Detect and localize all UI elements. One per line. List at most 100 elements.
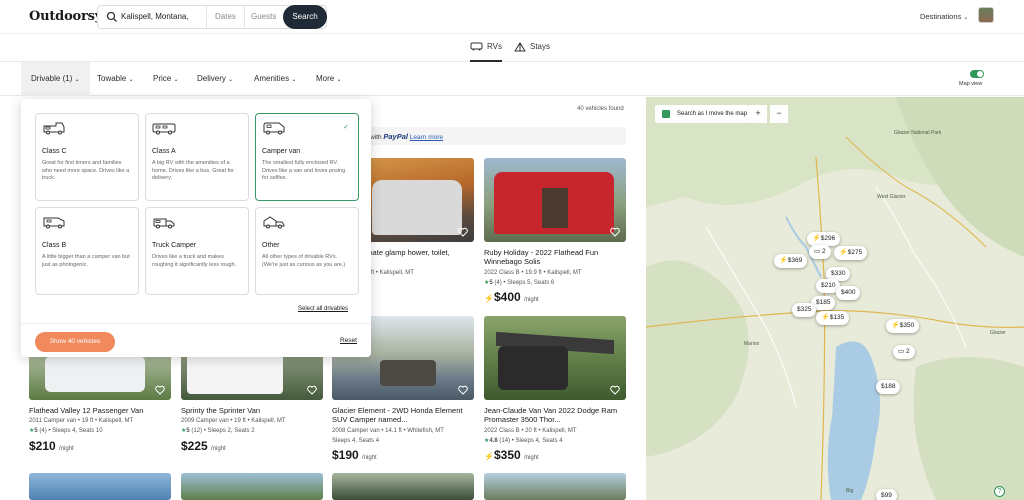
chevron-down-icon: ⌄ [128,77,134,83]
option-description: A big RV with the amenities of a home. D… [152,160,234,182]
heart-icon[interactable] [458,385,468,395]
chevron-down-icon: ⌄ [228,77,234,83]
listing-card[interactable]: Ruby Holiday - 2022 Flathead Fun Winneba… [484,158,626,304]
listing-photo[interactable] [484,316,626,400]
help-icon[interactable]: ? [994,486,1005,497]
map-group-pin[interactable]: ▭ 2 [809,245,831,259]
divider [21,323,371,324]
map-view-label: Map view [959,81,983,87]
listing-rating: ★5 (12) • Sleeps 2, Seats 2 [181,428,255,435]
heart-icon[interactable] [307,385,317,395]
listing-photo[interactable] [29,473,171,500]
option-name: Truck Camper [152,242,197,249]
listing-rating: ★4.8 (14) • Sleeps 4, Seats 4 [484,437,563,444]
filter-price[interactable]: Price ⌄ [153,74,179,83]
rv-icon: ▭ [898,348,905,355]
heart-icon[interactable] [155,385,165,395]
listing-title[interactable]: Glacier Element - 2WD Honda Element SUV … [332,406,474,425]
map-price-pin[interactable]: ⚡$296 [807,232,841,246]
search-button[interactable]: Search [283,5,327,29]
map-label: West Glacier [877,194,906,200]
filter-amenities[interactable]: Amenities ⌄ [254,74,296,83]
map-price-pin[interactable]: $400 [836,286,861,300]
listing-price: $210 /night [29,438,74,453]
option-description: Great for first timers and families who … [42,160,130,182]
guests-input[interactable]: Guests [251,12,276,21]
map-price-pin[interactable]: ⚡$135 [816,311,850,325]
option-name: Class B [42,242,67,249]
reset-link[interactable]: Reset [340,337,357,344]
instant-book-icon: ⚡ [812,235,821,242]
heart-icon[interactable] [610,385,620,395]
class-b-icon [43,217,65,229]
map-view-toggle[interactable] [970,70,984,78]
listing-title[interactable]: Jean-Claude Van Van 2022 Dodge Ram Proma… [484,406,626,425]
checkbox-icon [662,110,670,118]
option-class-a[interactable]: Class A A big RV with the amenities of a… [145,113,249,201]
listing-title[interactable]: Ruby Holiday - 2022 Flathead Fun Winneba… [484,248,626,267]
map-group-pin[interactable]: ▭ 2 [893,345,915,359]
listing-card[interactable] [29,473,171,500]
destinations-label: Destinations [920,12,962,21]
filter-delivery[interactable]: Delivery ⌄ [197,74,233,83]
map-price-pin[interactable]: $188 [876,380,901,394]
option-camper-van[interactable]: ✓ Camper van The smallest fully enclosed… [255,113,359,201]
map-price-pin[interactable]: ⚡$275 [834,246,868,260]
listing-card[interactable] [181,473,323,500]
tab-stays[interactable]: Stays [514,42,550,62]
truck-camper-icon [153,218,175,229]
option-truck-camper[interactable]: Truck Camper Drives like a truck and mak… [145,207,249,295]
search-as-move-checkbox[interactable]: Search as I move the map [655,105,749,123]
map-price-pin[interactable]: $325 [792,303,817,317]
zoom-in-button[interactable]: + [749,105,767,123]
chevron-down-icon: ⌄ [173,77,179,83]
listing-title[interactable]: Sprinty the Sprinter Van [181,406,323,415]
option-name: Camper van [262,148,301,155]
show-vehicles-button[interactable]: Show 40 vehicles [35,332,115,352]
listing-card[interactable] [332,473,474,500]
map-price-pin[interactable]: ⚡$350 [886,319,920,333]
filter-towable[interactable]: Towable ⌄ [97,74,134,83]
listing-price: ⚡$350 /night [484,447,539,462]
option-other[interactable]: Other All other types of drivable RVs. (… [255,207,359,295]
filter-drivable[interactable]: Drivable (1) ⌄ [21,62,90,96]
listing-capacity: Sleeps 4, Seats 4 [332,437,380,444]
map-price-pin[interactable]: $99 [876,489,897,500]
divider [206,6,207,28]
divider [244,6,245,28]
listing-card[interactable] [484,473,626,500]
listing-card[interactable]: Jean-Claude Van Van 2022 Dodge Ram Proma… [484,316,626,462]
listing-meta: 2022 Class B • 19.9 ft • Kalispell, MT [484,269,582,276]
rv-icon [470,42,483,51]
learn-more-link[interactable]: Learn more [410,134,443,141]
destinations-menu[interactable]: Destinations ⌄ [920,12,968,21]
avatar[interactable] [978,7,994,23]
instant-book-icon: ⚡ [891,322,900,329]
listing-rating: ★5 (4) • Sleeps 4, Seats 10 [29,428,103,435]
option-class-c[interactable]: Class C Great for first timers and famil… [35,113,139,201]
checkbox-label: Search as I move the map [677,111,748,117]
map-label: Big [846,488,854,494]
option-class-b[interactable]: Class B A little bigger than a camper va… [35,207,139,295]
zoom-out-button[interactable]: − [770,105,788,123]
filter-more[interactable]: More ⌄ [316,74,342,83]
other-vehicle-icon [263,216,285,229]
paypal-banner: with PayPal Learn more [340,127,626,145]
filter-label: Amenities [254,74,290,83]
map-price-pin[interactable]: ⚡$369 [774,254,808,268]
listing-title[interactable]: Flathead Valley 12 Passenger Van [29,406,171,415]
select-all-drivables-link[interactable]: Select all drivables [298,306,348,312]
dates-input[interactable]: Dates [215,12,236,21]
chevron-down-icon: ⌄ [291,77,297,83]
location-input[interactable]: Kalispell, Montana, [121,12,189,21]
map-label: Glacier National Park [894,130,942,136]
listing-photo[interactable] [332,473,474,500]
heart-icon[interactable] [458,227,468,237]
map[interactable]: Glacier National Park West Glacier Glaci… [646,97,1024,500]
listing-photo[interactable] [181,473,323,500]
heart-icon[interactable] [610,227,620,237]
listing-photo[interactable] [484,473,626,500]
outdoorsy-logo[interactable]: Outdoorsy [29,9,102,24]
listing-photo[interactable] [484,158,626,242]
tab-rvs[interactable]: RVs [470,42,502,62]
